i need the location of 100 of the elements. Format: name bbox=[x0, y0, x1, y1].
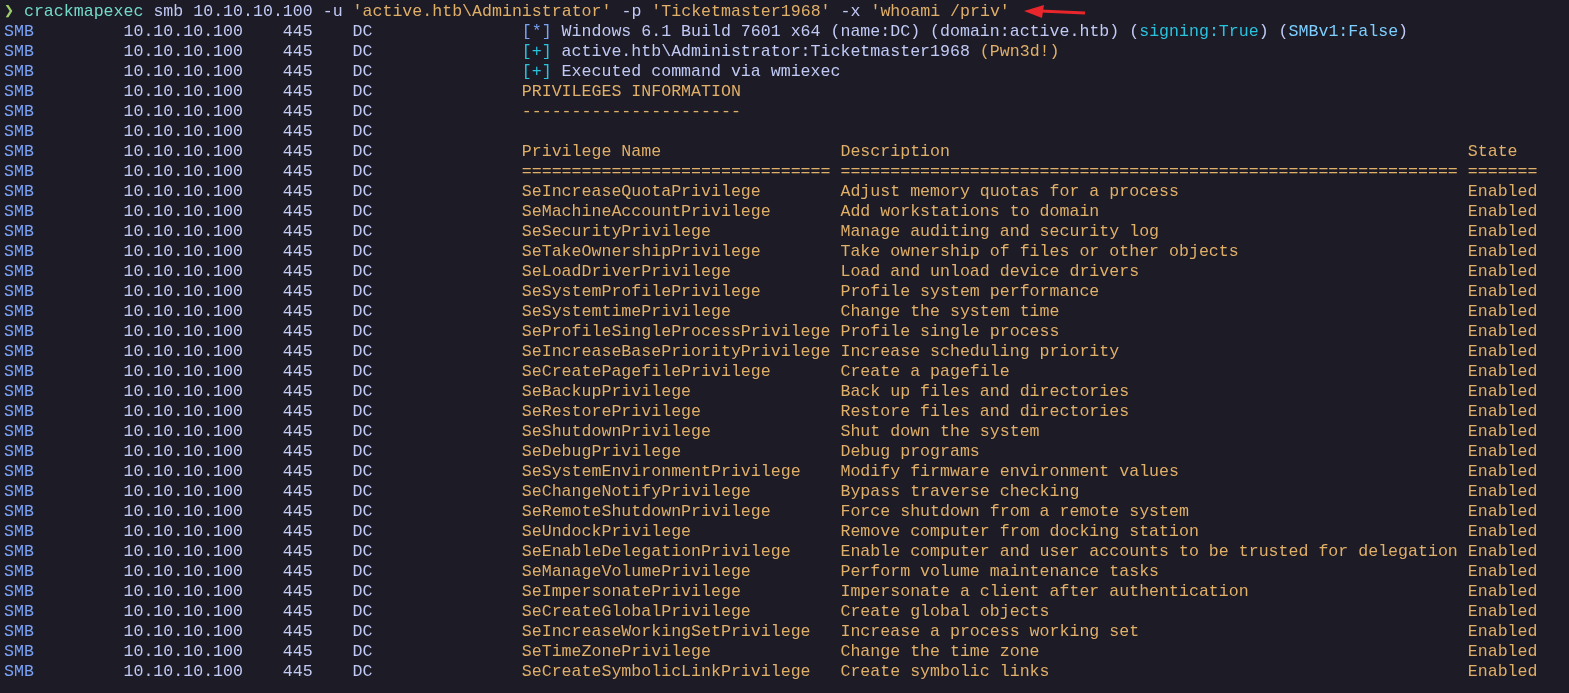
protocol-label: SMB bbox=[4, 242, 35, 262]
protocol-label: SMB bbox=[4, 102, 35, 122]
host-address: 10.10.10.100 bbox=[123, 662, 244, 682]
privilege-description: Create a pagefile bbox=[840, 362, 1011, 382]
host-address: 10.10.10.100 bbox=[123, 122, 244, 142]
privilege-state: Enabled bbox=[1467, 582, 1538, 602]
privilege-state: Enabled bbox=[1467, 442, 1538, 462]
host-name: DC bbox=[352, 162, 374, 182]
host-address: 10.10.10.100 bbox=[123, 302, 244, 322]
privilege-name: SeBackupPrivilege bbox=[521, 382, 693, 402]
port-number: 445 bbox=[282, 222, 314, 242]
host-name: DC bbox=[352, 342, 374, 362]
port-number: 445 bbox=[282, 382, 314, 402]
host-name: DC bbox=[352, 602, 374, 622]
privilege-name: SeSecurityPrivilege bbox=[521, 222, 712, 242]
privilege-state: Enabled bbox=[1467, 262, 1538, 282]
port-number: 445 bbox=[282, 522, 314, 542]
command-line: crackmapexec smb 10.10.10.100 -u 'active.htb\Administrator' -p 'Ticketmaster1968' -x 'whoami /priv' bbox=[23, 2, 1010, 22]
protocol-label: SMB bbox=[4, 302, 35, 322]
port-number: 445 bbox=[282, 82, 314, 102]
privilege-description: Manage auditing and security log bbox=[840, 222, 1161, 242]
host-name: DC bbox=[352, 242, 374, 262]
protocol-label: SMB bbox=[4, 342, 35, 362]
privilege-state: ======= bbox=[1467, 162, 1538, 182]
host-name: DC bbox=[352, 142, 374, 162]
privilege-state: Enabled bbox=[1467, 482, 1538, 502]
host-name: DC bbox=[352, 322, 374, 342]
host-address: 10.10.10.100 bbox=[123, 362, 244, 382]
privilege-state: Enabled bbox=[1467, 422, 1538, 442]
host-name: DC bbox=[352, 22, 374, 42]
port-number: 445 bbox=[282, 402, 314, 422]
host-address: 10.10.10.100 bbox=[123, 382, 244, 402]
protocol-label: SMB bbox=[4, 542, 35, 562]
privilege-name: SeIncreaseWorkingSetPrivilege bbox=[521, 622, 812, 642]
protocol-label: SMB bbox=[4, 562, 35, 582]
privilege-name: SeImpersonatePrivilege bbox=[521, 582, 742, 602]
privilege-state: State bbox=[1467, 142, 1518, 162]
port-number: 445 bbox=[282, 502, 314, 522]
privilege-state: Enabled bbox=[1467, 322, 1538, 342]
protocol-label: SMB bbox=[4, 82, 35, 102]
privilege-name: SeSystemtimePrivilege bbox=[521, 302, 732, 322]
privilege-description: Add workstations to domain bbox=[840, 202, 1101, 222]
privilege-state: Enabled bbox=[1467, 382, 1538, 402]
privilege-name: SeSystemEnvironmentPrivilege bbox=[521, 462, 802, 482]
privilege-state: Enabled bbox=[1467, 302, 1538, 322]
port-number: 445 bbox=[282, 622, 314, 642]
privilege-name: SeCreateSymbolicLinkPrivilege bbox=[521, 662, 812, 682]
protocol-label: SMB bbox=[4, 22, 35, 42]
privilege-description: Description bbox=[840, 142, 951, 162]
privilege-description: Impersonate a client after authentication bbox=[840, 582, 1250, 602]
privilege-state: Enabled bbox=[1467, 542, 1538, 562]
host-address: 10.10.10.100 bbox=[123, 622, 244, 642]
host-name: DC bbox=[352, 122, 374, 142]
host-address: 10.10.10.100 bbox=[123, 442, 244, 462]
privilege-state: Enabled bbox=[1467, 522, 1538, 542]
privilege-name: SeCreateGlobalPrivilege bbox=[521, 602, 752, 622]
privilege-name: SeSystemProfilePrivilege bbox=[521, 282, 762, 302]
log-message: ---------------------- bbox=[521, 102, 741, 122]
privilege-description: Create symbolic links bbox=[840, 662, 1051, 682]
protocol-label: SMB bbox=[4, 662, 35, 682]
privilege-name: SeChangeNotifyPrivilege bbox=[521, 482, 752, 502]
host-name: DC bbox=[352, 422, 374, 442]
privilege-state: Enabled bbox=[1467, 502, 1538, 522]
privilege-state: Enabled bbox=[1467, 282, 1538, 302]
protocol-label: SMB bbox=[4, 202, 35, 222]
host-address: 10.10.10.100 bbox=[123, 422, 244, 442]
host-name: DC bbox=[352, 62, 374, 82]
host-name: DC bbox=[352, 302, 374, 322]
protocol-label: SMB bbox=[4, 122, 35, 142]
privilege-state: Enabled bbox=[1467, 242, 1538, 262]
host-name: DC bbox=[352, 662, 374, 682]
port-number: 445 bbox=[282, 342, 314, 362]
privilege-description: Adjust memory quotas for a process bbox=[840, 182, 1180, 202]
privilege-name: SeUndockPrivilege bbox=[521, 522, 693, 542]
privilege-description: Shut down the system bbox=[840, 422, 1041, 442]
port-number: 445 bbox=[282, 442, 314, 462]
host-name: DC bbox=[352, 482, 374, 502]
host-address: 10.10.10.100 bbox=[123, 42, 244, 62]
host-address: 10.10.10.100 bbox=[123, 202, 244, 222]
host-name: DC bbox=[352, 202, 374, 222]
port-number: 445 bbox=[282, 602, 314, 622]
privilege-name: SeCreatePagefilePrivilege bbox=[521, 362, 772, 382]
host-address: 10.10.10.100 bbox=[123, 602, 244, 622]
host-name: DC bbox=[352, 622, 374, 642]
host-name: DC bbox=[352, 502, 374, 522]
protocol-label: SMB bbox=[4, 522, 35, 542]
privilege-name: SeIncreaseBasePriorityPrivilege bbox=[521, 342, 832, 362]
privilege-description: ============================================================== bbox=[840, 162, 1459, 182]
log-message: [+] active.htb\Administrator:Ticketmaster1968 (Pwn3d!) bbox=[521, 42, 1060, 62]
protocol-label: SMB bbox=[4, 622, 35, 642]
privilege-name: SeDebugPrivilege bbox=[521, 442, 683, 462]
privilege-description: Perform volume maintenance tasks bbox=[840, 562, 1161, 582]
host-name: DC bbox=[352, 442, 374, 462]
protocol-label: SMB bbox=[4, 442, 35, 462]
log-message: PRIVILEGES INFORMATION bbox=[521, 82, 741, 102]
protocol-label: SMB bbox=[4, 382, 35, 402]
privilege-description: Restore files and directories bbox=[840, 402, 1131, 422]
protocol-label: SMB bbox=[4, 402, 35, 422]
host-address: 10.10.10.100 bbox=[123, 322, 244, 342]
protocol-label: SMB bbox=[4, 322, 35, 342]
